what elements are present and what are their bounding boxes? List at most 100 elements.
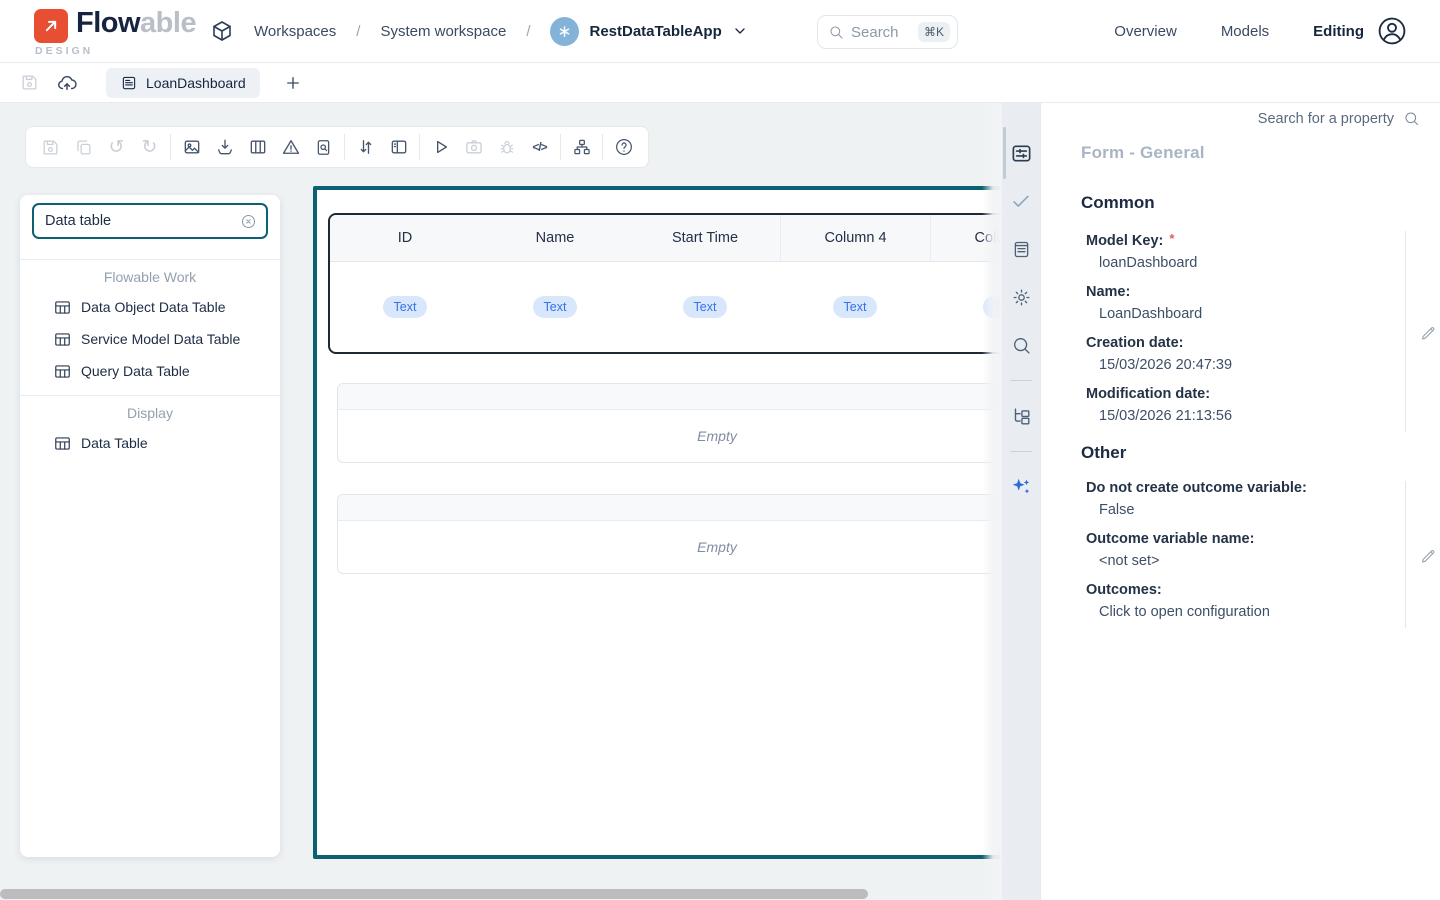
empty-subform-panel[interactable]: Empty: [337, 383, 1002, 463]
data-table-column-header[interactable]: Name: [480, 215, 630, 261]
breadcrumb: Workspaces / System workspace / RestData…: [210, 17, 748, 46]
edit-pencil-icon[interactable]: [1419, 323, 1438, 342]
help-icon[interactable]: [607, 127, 640, 167]
toolbar-separator: [419, 134, 420, 160]
toolbar-separator: [602, 134, 603, 160]
common-property-group: Model Key:* loanDashboard Name: LoanDash…: [1086, 229, 1406, 436]
publish-cloud-upload-icon[interactable]: [50, 68, 84, 98]
data-table-cell: Text: [480, 296, 630, 318]
run-play-icon[interactable]: [424, 127, 457, 167]
brand-sub-label: DESIGN: [35, 45, 93, 57]
data-table-cell: Text: [630, 296, 780, 318]
property-value: loanDashboard: [1086, 254, 1406, 273]
image-icon[interactable]: [175, 127, 208, 167]
app-name: RestDataTableApp: [589, 23, 721, 40]
required-marker: *: [1169, 231, 1174, 246]
sitemap-hierarchy-icon[interactable]: [565, 127, 598, 167]
nav-editing[interactable]: Editing: [1313, 23, 1364, 40]
snapshot-camera-icon[interactable]: [457, 127, 490, 167]
data-table-column-header[interactable]: ID: [330, 215, 480, 261]
text-type-chip: Text: [683, 296, 728, 318]
properties-panel-title: Form - General: [1081, 143, 1205, 163]
code-view-icon[interactable]: </>: [523, 127, 556, 167]
data-table-preview-row: Text Text Text Text Text: [330, 262, 1002, 352]
palette-item-label: Data Object Data Table: [81, 299, 226, 315]
property-value: LoanDashboard: [1086, 305, 1406, 324]
attributes-panel-icon[interactable]: [1002, 129, 1040, 177]
save-icon[interactable]: [12, 68, 46, 98]
main-area: ↺ ↻ </>: [0, 103, 1440, 900]
property-field-outcome-variable-name[interactable]: Outcome variable name: <not set>: [1086, 530, 1406, 571]
text-type-chip: Text: [533, 296, 578, 318]
data-table-column-header[interactable]: Column 4: [780, 215, 930, 261]
validation-warning-icon[interactable]: [274, 127, 307, 167]
property-search[interactable]: Search for a property: [1258, 110, 1420, 127]
empty-panel-header: [338, 384, 1002, 410]
data-table-column-header[interactable]: Start Time: [630, 215, 780, 261]
palette-search-field[interactable]: [32, 203, 268, 239]
add-tab-button[interactable]: [278, 68, 308, 98]
save-icon[interactable]: [34, 127, 67, 167]
property-value: 15/03/2026 21:13:56: [1086, 407, 1406, 426]
palette-item-label: Data Table: [81, 435, 148, 451]
nav-models[interactable]: Models: [1221, 23, 1269, 40]
text-type-chip: Text: [383, 296, 428, 318]
app-switcher[interactable]: RestDataTableApp: [550, 17, 747, 46]
redo-icon[interactable]: ↻: [133, 127, 166, 167]
app-header: Flowable DESIGN Workspaces / System work…: [0, 0, 1440, 63]
nav-overview[interactable]: Overview: [1114, 23, 1177, 40]
columns-layout-icon[interactable]: [241, 127, 274, 167]
edit-pencil-icon[interactable]: [1419, 546, 1438, 565]
documentation-icon[interactable]: [1002, 225, 1040, 273]
breadcrumb-workspaces[interactable]: Workspaces: [254, 23, 336, 40]
horizontal-scrollbar[interactable]: [0, 889, 868, 899]
validation-check-icon[interactable]: [1002, 177, 1040, 225]
swap-sync-icon[interactable]: [349, 127, 382, 167]
settings-gear-icon[interactable]: [1002, 273, 1040, 321]
search-properties-icon[interactable]: [1002, 321, 1040, 369]
form-design-surface[interactable]: ID Name Start Time Column 4 Column 5 Tex…: [313, 186, 1002, 859]
undo-icon[interactable]: ↺: [100, 127, 133, 167]
component-palette: Flowable Work Data Object Data Table Ser…: [20, 195, 280, 857]
search-placeholder: Search: [851, 24, 899, 41]
palette-item-service-model-data-table[interactable]: Service Model Data Table: [20, 323, 280, 355]
clear-search-icon[interactable]: [240, 213, 257, 230]
palette-search-input[interactable]: [45, 213, 240, 229]
text-type-chip: Text: [833, 296, 878, 318]
global-search[interactable]: Search ⌘K: [817, 15, 958, 49]
document-preview-icon[interactable]: [307, 127, 340, 167]
data-table-component[interactable]: ID Name Start Time Column 4 Column 5 Tex…: [328, 213, 1002, 354]
palette-item-data-table[interactable]: Data Table: [20, 427, 280, 459]
tab-loandashboard[interactable]: LoanDashboard: [106, 68, 260, 98]
palette-item-data-object-data-table[interactable]: Data Object Data Table: [20, 291, 280, 323]
flowable-logo-icon: [34, 9, 68, 43]
palette-item-query-data-table[interactable]: Query Data Table: [20, 355, 280, 387]
data-table-header-row: ID Name Start Time Column 4 Column 5: [330, 215, 1002, 262]
section-title-common: Common: [1081, 193, 1155, 213]
data-table-cell: Text: [930, 296, 1002, 318]
split-panel-icon[interactable]: [382, 127, 415, 167]
property-value: <not set>: [1086, 552, 1406, 571]
user-avatar-icon[interactable]: [1376, 15, 1408, 47]
property-field-model-key[interactable]: Model Key:* loanDashboard: [1086, 229, 1406, 273]
property-field-outcomes[interactable]: Outcomes: Click to open configuration: [1086, 581, 1406, 622]
debug-bug-icon[interactable]: [490, 127, 523, 167]
brand-wordmark: Flowable: [76, 7, 196, 40]
breadcrumb-system-workspace[interactable]: System workspace: [380, 23, 506, 40]
workspace-cube-icon: [210, 19, 234, 43]
data-table-icon: [53, 330, 72, 349]
chevron-down-icon: [732, 23, 748, 39]
import-icon[interactable]: [208, 127, 241, 167]
data-table-cell: Text: [780, 296, 930, 318]
property-field-name[interactable]: Name: LoanDashboard: [1086, 283, 1406, 324]
app-avatar: [550, 17, 579, 46]
empty-subform-panel[interactable]: Empty: [337, 494, 1002, 574]
data-table-column-header[interactable]: Column 5: [930, 215, 1002, 261]
property-field-no-outcome-variable[interactable]: Do not create outcome variable: False: [1086, 479, 1406, 520]
strip-divider: [1010, 451, 1032, 452]
tab-label: LoanDashboard: [146, 75, 246, 91]
model-tree-icon[interactable]: [1002, 392, 1040, 440]
ai-sparkles-icon[interactable]: [1002, 463, 1040, 511]
breadcrumb-separator: /: [356, 23, 360, 40]
paste-icon[interactable]: [67, 127, 100, 167]
